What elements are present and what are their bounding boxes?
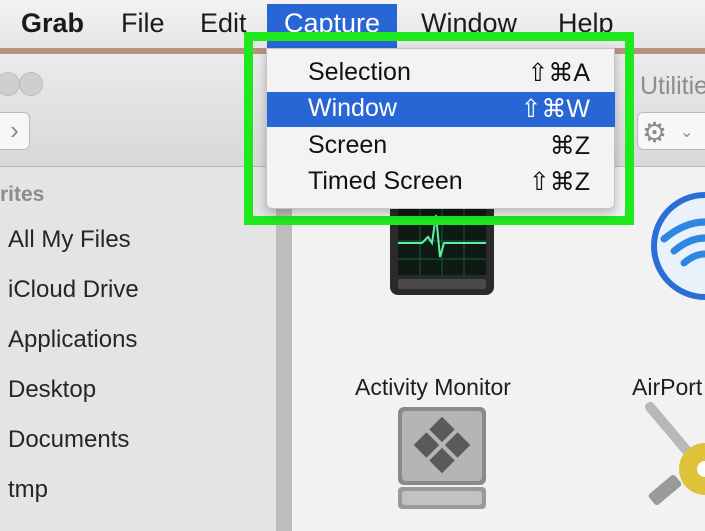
menu-item-label: Timed Screen (308, 167, 463, 195)
minimize-window-button[interactable] (19, 72, 43, 96)
menu-item-shortcut: ⌘Z (549, 132, 590, 160)
menu-item-label: Window (308, 94, 397, 122)
sidebar-item-icloud-drive[interactable]: iCloud Drive (8, 276, 139, 304)
chevron-down-icon: ⌄ (680, 124, 694, 141)
sidebar-item-applications[interactable]: Applications (8, 326, 137, 354)
chevron-right-icon: › (10, 115, 19, 145)
menu-item-window[interactable]: Window ⇧⌘W (267, 92, 615, 127)
menu-item-screen[interactable]: Screen ⌘Z (267, 129, 615, 164)
airport-utility-icon[interactable] (650, 191, 705, 301)
forward-button[interactable]: › (0, 112, 30, 150)
close-window-button[interactable] (0, 72, 20, 96)
colorsync-utility-icon[interactable] (644, 401, 705, 521)
menu-edit[interactable]: Edit (200, 8, 247, 39)
action-menu-button[interactable]: ⚙ ⌄ (637, 112, 705, 150)
menu-item-shortcut: ⇧⌘A (527, 59, 590, 87)
menu-item-shortcut: ⇧⌘Z (528, 168, 590, 196)
gear-icon: ⚙ (642, 117, 668, 148)
capture-dropdown-menu: Selection ⇧⌘A Window ⇧⌘W Screen ⌘Z Timed… (266, 48, 615, 209)
sidebar-item-documents[interactable]: Documents (8, 426, 129, 454)
menu-item-label: Selection (308, 58, 411, 86)
sidebar-item-tmp[interactable]: tmp (8, 476, 48, 504)
sidebar-item-all-my-files[interactable]: All My Files (8, 226, 131, 254)
sidebar-heading-favorites: rites (0, 183, 45, 206)
menu-item-shortcut: ⇧⌘W (520, 95, 590, 123)
app-label-airport: AirPort (632, 374, 703, 400)
window-title: Utilitie (640, 72, 705, 100)
menu-item-label: Screen (308, 131, 388, 159)
menu-item-timed-screen[interactable]: Timed Screen ⇧⌘Z (267, 165, 615, 200)
menu-file[interactable]: File (121, 8, 165, 39)
boot-camp-assistant-icon[interactable] (396, 401, 488, 511)
finder-sidebar: rites All My Files iCloud Drive Applicat… (0, 167, 276, 531)
menu-item-selection[interactable]: Selection ⇧⌘A (267, 56, 615, 91)
sidebar-item-desktop[interactable]: Desktop (8, 376, 96, 404)
menu-app-grab[interactable]: Grab (21, 8, 84, 39)
app-label-activity-monitor: Activity Monitor (355, 374, 511, 400)
